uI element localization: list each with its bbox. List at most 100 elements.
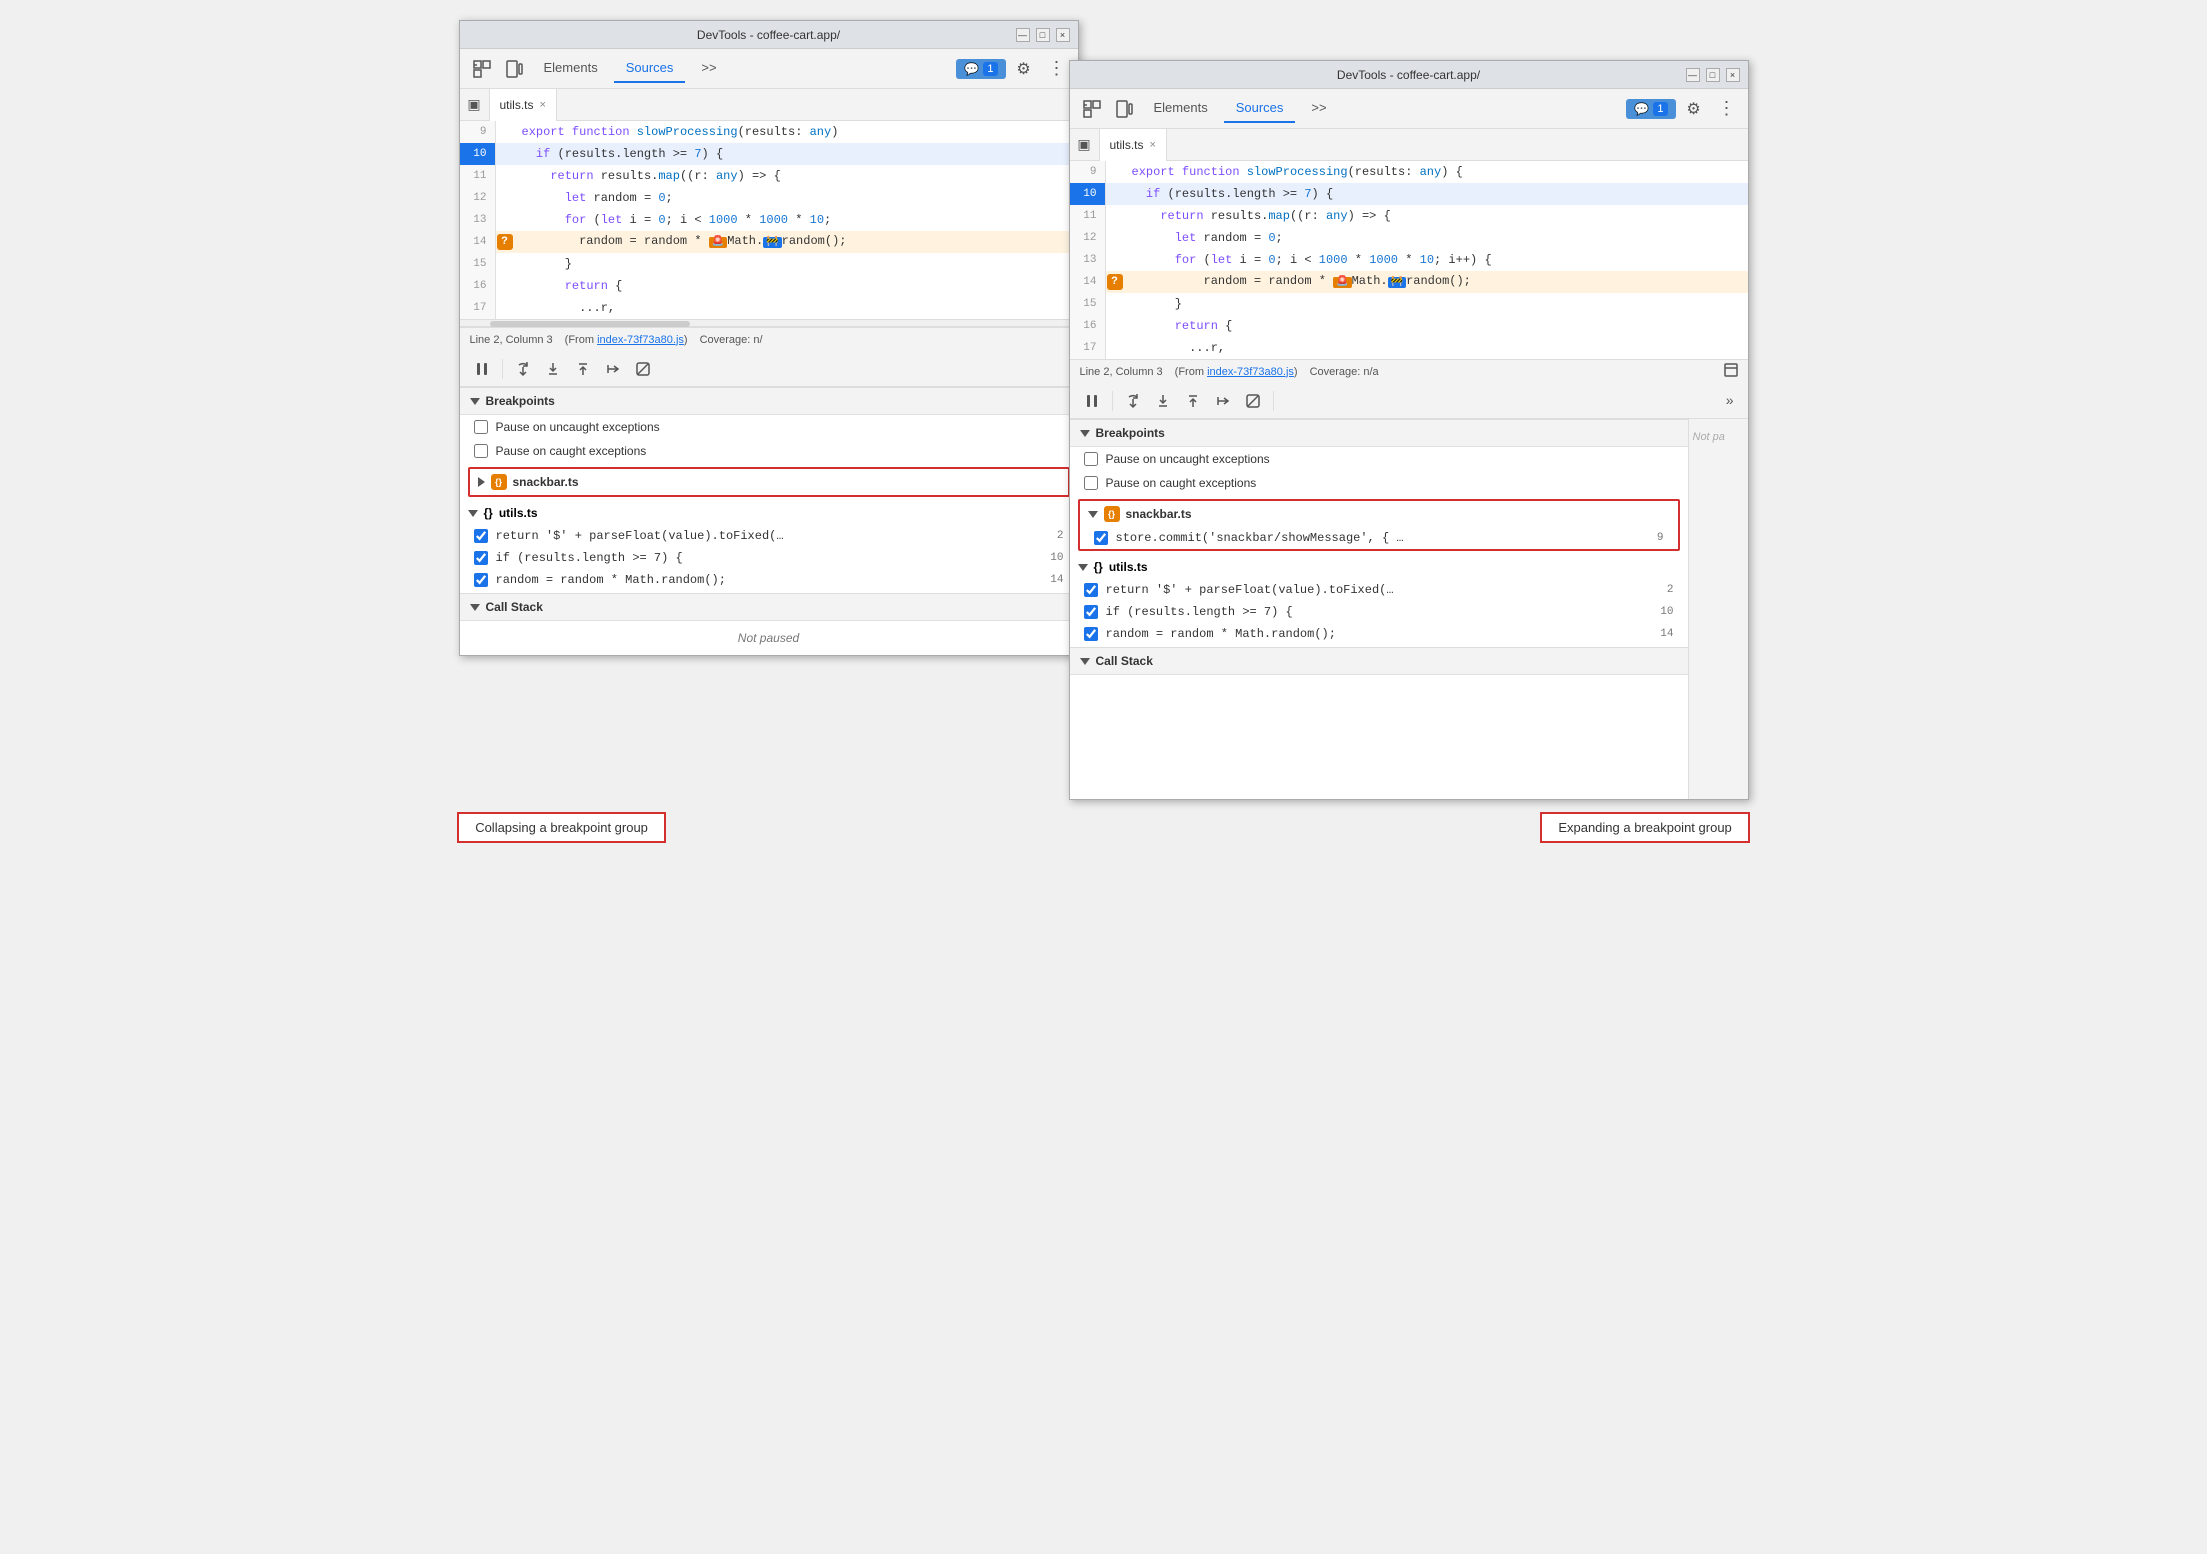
code-content-15: }	[514, 253, 572, 275]
right-step-over-button[interactable]	[1119, 387, 1147, 415]
right-more-options-icon[interactable]: ⋮	[1712, 95, 1740, 123]
right-tab-elements[interactable]: Elements	[1142, 94, 1220, 123]
sidebar-toggle-button[interactable]: ▣	[460, 89, 490, 121]
right-pause-resume-button[interactable]	[1078, 387, 1106, 415]
bp-checkbox-2[interactable]	[474, 573, 488, 587]
right-maximize-button[interactable]: □	[1706, 68, 1720, 82]
right-step-out-button[interactable]	[1179, 387, 1207, 415]
tab-elements[interactable]: Elements	[532, 54, 610, 83]
right-snackbar-file-icon: {}	[1104, 506, 1120, 522]
step-into-button[interactable]	[539, 355, 567, 383]
right-debug-sep-1	[1112, 391, 1113, 411]
left-window-title: DevTools - coffee-cart.app/	[697, 28, 840, 42]
left-call-stack-header[interactable]: Call Stack	[460, 594, 1078, 621]
code-line-14: 14 ? random = random * 🚨Math.🚧random();	[460, 231, 1078, 253]
line-number-14: 14	[460, 231, 496, 253]
right-settings-icon[interactable]: ⚙	[1680, 95, 1708, 123]
line-number-15: 15	[460, 253, 496, 275]
close-button[interactable]: ×	[1056, 28, 1070, 42]
right-console-icon: 💬	[1634, 102, 1649, 116]
right-sidebar-toggle[interactable]: ▣	[1070, 129, 1100, 161]
step-over-button[interactable]	[509, 355, 537, 383]
right-minimize-button[interactable]: —	[1686, 68, 1700, 82]
right-bp-num-2: 14	[1660, 628, 1673, 640]
right-overflow-tabs[interactable]: »	[1720, 392, 1740, 410]
status-from-link[interactable]: index-73f73a80.js	[597, 334, 684, 346]
right-bp-checkbox-2[interactable]	[1084, 627, 1098, 641]
right-bp-snackbar-text-0: store.commit('snackbar/showMessage', { …	[1116, 531, 1404, 545]
right-inspect-icon[interactable]	[1078, 95, 1106, 123]
inspect-icon[interactable]	[468, 55, 496, 83]
bp-checkbox-0[interactable]	[474, 529, 488, 543]
right-device-icon[interactable]	[1110, 95, 1138, 123]
right-file-tab-close[interactable]: ×	[1150, 139, 1156, 151]
console-icon: 💬	[964, 62, 979, 76]
breakpoint-marker-13	[496, 209, 514, 231]
code-content-12: let random = 0;	[514, 187, 673, 209]
breakpoint-marker-16	[496, 275, 514, 297]
call-stack-label: Call Stack	[486, 600, 543, 614]
code-scrollbar[interactable]	[460, 319, 1078, 327]
pause-caught-checkbox[interactable]	[474, 444, 488, 458]
right-status-from-link[interactable]: index-73f73a80.js	[1207, 366, 1294, 378]
device-icon[interactable]	[500, 55, 528, 83]
right-status-expand-icon[interactable]	[1724, 363, 1738, 380]
right-code-content-12: let random = 0;	[1124, 227, 1283, 249]
right-bp-checkbox-1[interactable]	[1084, 605, 1098, 619]
left-snackbar-header[interactable]: {} snackbar.ts	[470, 469, 1068, 495]
right-file-tab-name: utils.ts	[1110, 138, 1144, 152]
right-step-button[interactable]	[1209, 387, 1237, 415]
console-badge-button[interactable]: 💬 1	[956, 59, 1005, 79]
right-file-tab-utils[interactable]: utils.ts ×	[1100, 129, 1167, 161]
pause-uncaught-checkbox[interactable]	[474, 420, 488, 434]
left-file-tabs: ▣ utils.ts ×	[460, 89, 1078, 121]
left-debug-toolbar	[460, 351, 1078, 387]
code-content-13: for (let i = 0; i < 1000 * 1000 * 10;	[514, 209, 832, 231]
right-tab-sources[interactable]: Sources	[1224, 94, 1296, 123]
right-bp-num-1: 10	[1660, 606, 1673, 618]
right-tab-more[interactable]: >>	[1299, 94, 1338, 123]
right-pause-uncaught-checkbox[interactable]	[1084, 452, 1098, 466]
caption-container: Collapsing a breakpoint group Expanding …	[20, 812, 2187, 843]
maximize-button[interactable]: □	[1036, 28, 1050, 42]
pause-resume-button[interactable]	[468, 355, 496, 383]
right-close-button[interactable]: ×	[1726, 68, 1740, 82]
tab-more[interactable]: >>	[689, 54, 728, 83]
right-bp-snackbar-checkbox-0[interactable]	[1094, 531, 1108, 545]
file-tab-name: utils.ts	[500, 98, 534, 112]
right-window-controls: — □ ×	[1686, 68, 1740, 82]
more-options-icon[interactable]: ⋮	[1042, 55, 1070, 83]
code-content-16: return {	[514, 275, 623, 297]
right-deactivate-button[interactable]	[1239, 387, 1267, 415]
pause-caught-row: Pause on caught exceptions	[460, 439, 1078, 463]
right-breakpoint-marker-15	[1106, 293, 1124, 315]
right-step-into-button[interactable]	[1149, 387, 1177, 415]
right-pause-caught-checkbox[interactable]	[1084, 476, 1098, 490]
right-breakpoints-header[interactable]: Breakpoints	[1070, 420, 1688, 447]
code-line-17: 17 ...r,	[460, 297, 1078, 319]
left-utils-header[interactable]: {} utils.ts	[460, 501, 1078, 525]
file-tab-utils[interactable]: utils.ts ×	[490, 89, 557, 121]
left-caption-box: Collapsing a breakpoint group	[457, 812, 666, 843]
right-snackbar-header[interactable]: {} snackbar.ts	[1080, 501, 1678, 527]
left-status-bar: Line 2, Column 3 (From index-73f73a80.js…	[460, 327, 1078, 351]
bp-text-1: if (results.length >= 7) {	[496, 551, 683, 565]
right-utils-header[interactable]: {} utils.ts	[1070, 555, 1688, 579]
call-stack-arrow	[470, 604, 480, 611]
right-breakpoint-marker-16	[1106, 315, 1124, 337]
deactivate-button[interactable]	[629, 355, 657, 383]
right-console-badge-button[interactable]: 💬 1	[1626, 99, 1675, 119]
right-bp-checkbox-0[interactable]	[1084, 583, 1098, 597]
settings-icon[interactable]: ⚙	[1010, 55, 1038, 83]
left-breakpoints-header[interactable]: Breakpoints	[460, 388, 1078, 415]
right-line-number-9: 9	[1070, 161, 1106, 183]
right-caption-text: Expanding a breakpoint group	[1558, 820, 1731, 835]
minimize-button[interactable]: —	[1016, 28, 1030, 42]
right-call-stack-header[interactable]: Call Stack	[1070, 648, 1688, 675]
tab-sources[interactable]: Sources	[614, 54, 686, 83]
file-tab-close[interactable]: ×	[540, 99, 546, 111]
right-code-content-17: ...r,	[1124, 337, 1226, 359]
bp-checkbox-1[interactable]	[474, 551, 488, 565]
step-button[interactable]	[599, 355, 627, 383]
step-out-button[interactable]	[569, 355, 597, 383]
